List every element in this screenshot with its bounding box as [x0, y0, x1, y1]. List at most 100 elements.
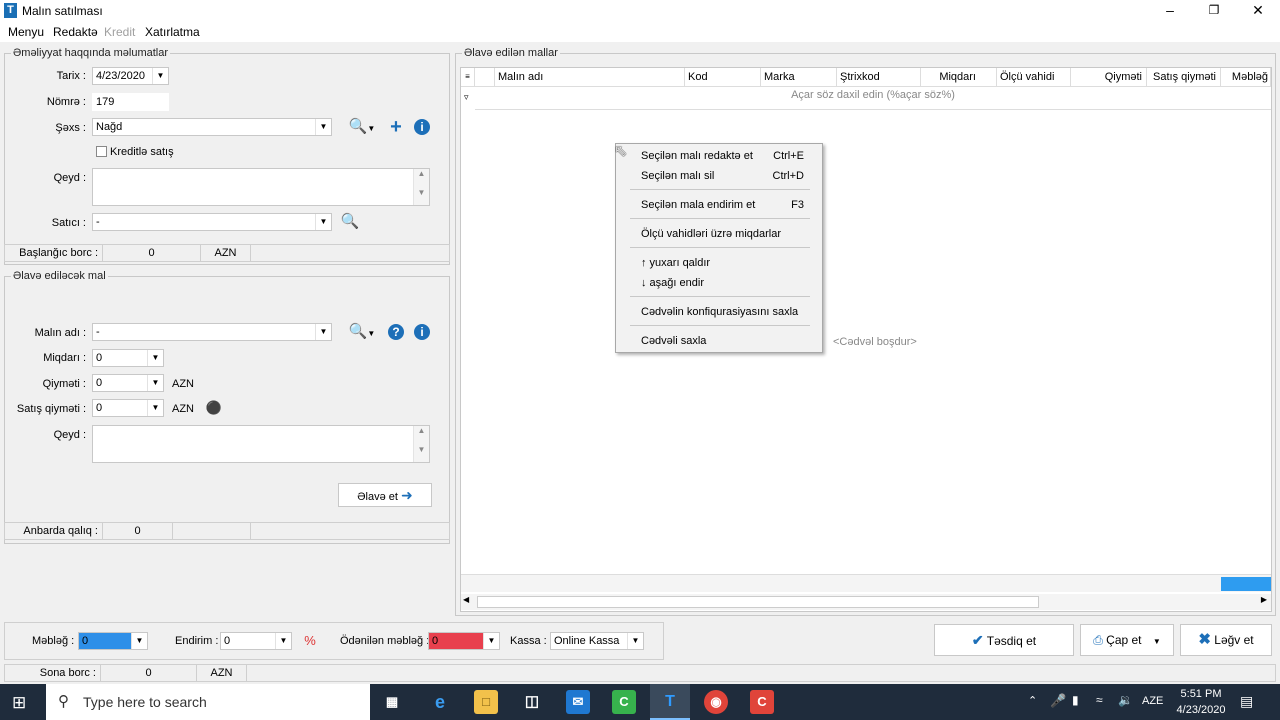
- camtasia-red-icon[interactable]: C: [750, 690, 774, 714]
- person-info-button[interactable]: i: [412, 117, 432, 137]
- scrollbar[interactable]: ▲ ▼: [413, 426, 429, 462]
- sale-price-field[interactable]: 0 ▼: [92, 399, 164, 417]
- mail-icon[interactable]: ✉: [566, 690, 590, 714]
- chevron-up-icon[interactable]: ⌃: [1028, 694, 1037, 707]
- goods-help-button[interactable]: ?: [386, 322, 406, 342]
- date-picker[interactable]: 4/23/2020 ▼: [92, 67, 169, 85]
- number-field[interactable]: 179: [92, 93, 169, 111]
- add-goods-button[interactable]: Əlavə et ➜: [338, 483, 432, 507]
- menu-item-discount[interactable]: Seçilən mala endirim et F3: [641, 196, 816, 214]
- column-header[interactable]: Marka: [761, 68, 837, 86]
- edge-icon[interactable]: e: [428, 690, 452, 714]
- seller-combo[interactable]: - ▼: [92, 213, 332, 231]
- goods-search-button[interactable]: 🔍▼: [344, 322, 380, 342]
- goods-note-textarea[interactable]: ▲ ▼: [92, 425, 430, 463]
- menu-item-save-config[interactable]: Cədvəlin konfiqurasiyasını saxla: [641, 303, 816, 321]
- stock-label: Anbarda qalıq :: [5, 523, 103, 539]
- discount-calc-button[interactable]: %: [300, 631, 320, 651]
- menu-item-delete[interactable]: Seçilən malı sil Ctrl+D: [641, 167, 816, 185]
- goods-grid[interactable]: ≡ Malın adı Kod Marka Ştrixkod Miqdarı Ö…: [460, 67, 1272, 612]
- close-button[interactable]: ✕: [1236, 0, 1280, 22]
- app-t-icon[interactable]: T: [658, 690, 682, 714]
- seller-search-button[interactable]: 🔍: [340, 212, 360, 232]
- price-tag-button[interactable]: ⚫: [204, 398, 224, 418]
- task-view-icon[interactable]: ▦: [380, 690, 404, 714]
- paid-field[interactable]: 0 ▼: [428, 632, 500, 650]
- discount-field[interactable]: 0 ▼: [220, 632, 292, 650]
- person-combo[interactable]: Nağd ▼: [92, 118, 332, 136]
- chevron-down-icon[interactable]: ▼: [147, 400, 163, 416]
- notification-icon[interactable]: ▤: [1240, 693, 1253, 710]
- column-header[interactable]: Qiyməti: [1071, 68, 1147, 86]
- qty-field[interactable]: 0 ▼: [92, 349, 164, 367]
- file-explorer-icon[interactable]: □: [474, 690, 498, 714]
- wifi-icon[interactable]: ≈: [1096, 693, 1103, 707]
- chevron-down-icon[interactable]: ▼: [275, 633, 291, 649]
- add-person-button[interactable]: +: [386, 117, 406, 137]
- chevron-down-icon[interactable]: ▼: [315, 324, 331, 340]
- scroll-right-icon[interactable]: ▶: [1261, 595, 1267, 604]
- menu-menyu[interactable]: Menyu: [8, 25, 44, 39]
- chevron-down-icon[interactable]: ▼: [147, 375, 163, 391]
- store-icon[interactable]: ◫: [520, 690, 544, 714]
- print-button[interactable]: ⎙ Çap et ▼: [1080, 624, 1174, 656]
- microphone-icon[interactable]: 🎤: [1050, 693, 1066, 709]
- filter-row-input[interactable]: Açar söz daxil edin (%açar söz%): [475, 86, 1271, 110]
- plus-icon: +: [390, 116, 402, 138]
- chevron-down-icon[interactable]: ▼: [131, 633, 147, 649]
- cancel-icon: ✖: [1198, 631, 1211, 648]
- restore-button[interactable]: ❐: [1192, 0, 1236, 22]
- goods-name-combo[interactable]: - ▼: [92, 323, 332, 341]
- cash-combo[interactable]: Online Kassa ▼: [550, 632, 644, 650]
- amount-field[interactable]: 0 ▼: [78, 632, 148, 650]
- cancel-button[interactable]: ✖ Ləğv et: [1180, 624, 1272, 656]
- speaker-icon[interactable]: 🔉: [1118, 693, 1133, 707]
- language-indicator[interactable]: AZE: [1142, 695, 1163, 707]
- menu-item-label: Ölçü vahidləri üzrə miqdarlar: [641, 228, 781, 240]
- chevron-down-icon[interactable]: ▼: [152, 68, 168, 84]
- chevron-down-icon[interactable]: ▼: [315, 119, 331, 135]
- column-header[interactable]: Malın adı: [495, 68, 685, 86]
- scroll-left-icon[interactable]: ◀: [463, 595, 469, 604]
- column-header[interactable]: Ölçü vahidi: [997, 68, 1071, 86]
- menu-item-move-down[interactable]: ↓ aşağı endir: [641, 274, 816, 292]
- column-header[interactable]: Kod: [685, 68, 761, 86]
- chevron-down-icon[interactable]: ▼: [1153, 637, 1161, 646]
- menu-item-units[interactable]: Ölçü vahidləri üzrə miqdarlar: [641, 225, 816, 243]
- search-icon: ⚲: [58, 693, 69, 710]
- note-textarea[interactable]: ▲ ▼: [92, 168, 430, 206]
- column-header[interactable]: Məbləğ: [1221, 68, 1271, 86]
- goods-info-button[interactable]: i: [412, 322, 432, 342]
- chevron-down-icon[interactable]: ▼: [147, 350, 163, 366]
- horizontal-scrollbar[interactable]: ◀ ▶: [461, 594, 1271, 610]
- column-chooser-icon[interactable]: ≡: [461, 68, 475, 86]
- credit-sale-checkbox[interactable]: [96, 146, 107, 157]
- menu-item-save-table[interactable]: Cədvəli saxla: [641, 332, 816, 350]
- menu-item-move-up[interactable]: ↑ yuxarı qaldır: [641, 254, 816, 272]
- chevron-down-icon[interactable]: ▼: [315, 214, 331, 230]
- scrollbar[interactable]: ▲ ▼: [413, 169, 429, 205]
- battery-icon[interactable]: ▮: [1072, 693, 1079, 707]
- menu-item-edit[interactable]: Seçilən malı redaktə et Ctrl+E: [641, 147, 816, 165]
- chrome-icon[interactable]: ◉: [704, 690, 728, 714]
- minimize-button[interactable]: –: [1148, 0, 1192, 22]
- chevron-down-icon[interactable]: ▼: [627, 633, 643, 649]
- clock-date[interactable]: 4/23/2020: [1170, 704, 1232, 716]
- price-field[interactable]: 0 ▼: [92, 374, 164, 392]
- confirm-button[interactable]: ✔ Təsdiq et: [934, 624, 1074, 656]
- taskbar-search[interactable]: ⚲ Type here to search: [46, 684, 370, 720]
- menu-xatirlatma[interactable]: Xatırlatma: [145, 25, 200, 39]
- chevron-down-icon[interactable]: ▼: [483, 633, 499, 649]
- clock-time[interactable]: 5:51 PM: [1176, 688, 1226, 700]
- column-header[interactable]: Ştrixkod: [837, 68, 921, 86]
- stock-extra: [173, 523, 251, 539]
- menu-redakte[interactable]: Redaktə: [53, 25, 98, 39]
- windows-start-icon[interactable]: ⊞: [12, 693, 26, 713]
- camtasia-green-icon[interactable]: C: [612, 690, 636, 714]
- info-icon: i: [414, 119, 430, 135]
- scrollbar-thumb[interactable]: [477, 596, 1039, 608]
- person-search-button[interactable]: 🔍▼: [344, 117, 380, 137]
- column-header[interactable]: Miqdarı: [921, 68, 997, 86]
- help-icon: ?: [388, 324, 404, 340]
- column-header[interactable]: Satış qiyməti: [1147, 68, 1221, 86]
